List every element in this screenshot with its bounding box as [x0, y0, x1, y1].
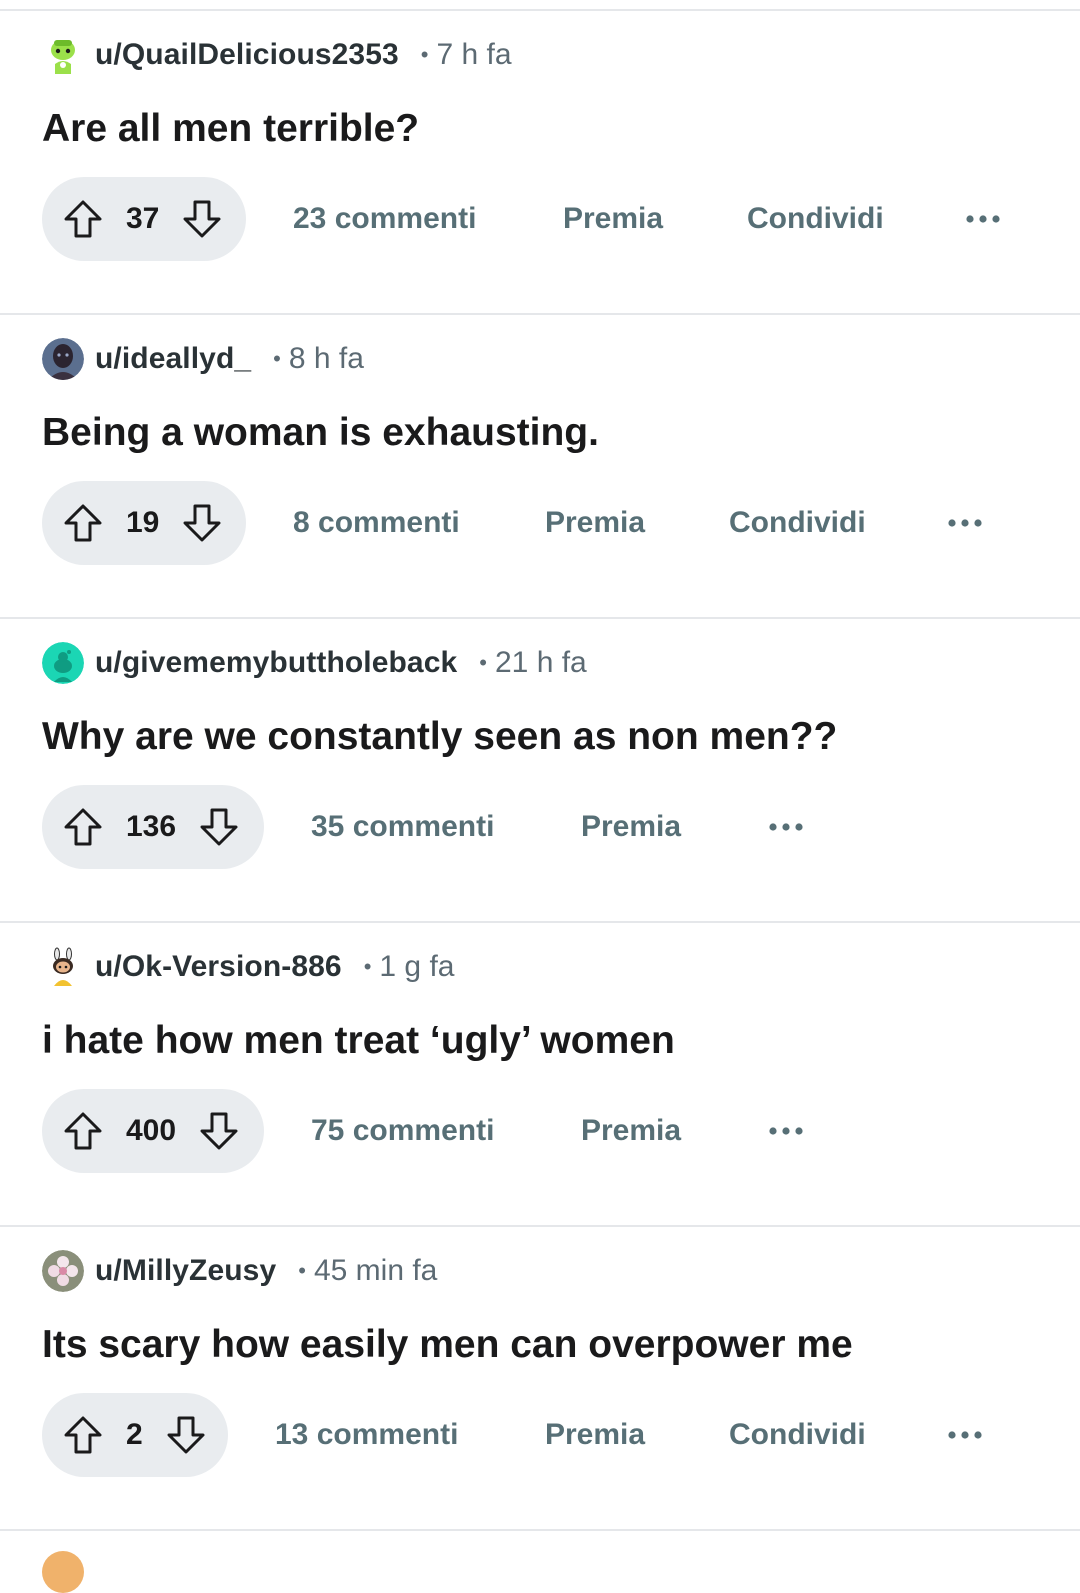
post-actions: 136 35 commenti Premia: [42, 785, 1042, 869]
arrow-down-icon[interactable]: [165, 1414, 207, 1456]
arrow-up-icon[interactable]: [62, 502, 104, 544]
more-dots-icon[interactable]: [766, 785, 806, 869]
post-meta: u/QuailDelicious2353 • 7 h fa: [42, 33, 512, 77]
post-actions: 37 23 commenti Premia Condividi: [42, 177, 1042, 261]
vote-pill: 400: [42, 1089, 264, 1173]
share-button[interactable]: Condividi: [747, 177, 884, 261]
vote-pill: 37: [42, 177, 246, 261]
arrow-down-icon[interactable]: [198, 806, 240, 848]
post-time: 7 h fa: [436, 38, 512, 71]
post-card[interactable]: u/Ok-Version-886 • 1 g fa i hate how men…: [0, 923, 1080, 1227]
award-button[interactable]: Premia: [563, 177, 663, 261]
comments-button[interactable]: 8 commenti: [293, 481, 460, 565]
meta-separator: •: [479, 650, 487, 675]
award-button[interactable]: Premia: [581, 785, 681, 869]
share-button[interactable]: Condividi: [729, 1393, 866, 1477]
award-button[interactable]: Premia: [581, 1089, 681, 1173]
snoo-teal-avatar-icon[interactable]: [42, 642, 84, 684]
post-time: 8 h fa: [288, 342, 364, 375]
award-button[interactable]: Premia: [545, 481, 645, 565]
post-title[interactable]: Being a woman is exhausting.: [42, 411, 599, 455]
comments-button[interactable]: 75 commenti: [311, 1089, 494, 1173]
post-meta: u/ideallyd_ • 8 h fa: [42, 337, 364, 381]
arrow-down-icon[interactable]: [181, 502, 223, 544]
post-meta: u/Ok-Version-886 • 1 g fa: [42, 945, 454, 989]
post-time: 1 g fa: [379, 950, 455, 983]
snoo-green-avatar-icon[interactable]: [42, 34, 84, 76]
post-title[interactable]: i hate how men treat ‘ugly’ women: [42, 1019, 675, 1063]
comments-button[interactable]: 23 commenti: [293, 177, 476, 261]
vote-count: 2: [126, 1418, 143, 1451]
vote-pill: 136: [42, 785, 264, 869]
flower-photo-avatar-icon[interactable]: [42, 1250, 84, 1292]
post-meta: u/MillyZeusy • 45 min fa: [42, 1249, 437, 1293]
meta-separator: •: [298, 1258, 306, 1283]
arrow-up-icon[interactable]: [62, 198, 104, 240]
post-actions: 400 75 commenti Premia: [42, 1089, 1042, 1173]
post-username[interactable]: u/givememybuttholeback: [95, 646, 457, 680]
post-card[interactable]: u/MillyZeusy • 45 min fa Its scary how e…: [0, 1227, 1080, 1531]
vote-count: 37: [126, 202, 160, 235]
post-card[interactable]: u/givememybuttholeback • 21 h fa Why are…: [0, 619, 1080, 923]
post-time: 45 min fa: [313, 1254, 438, 1287]
more-dots-icon[interactable]: [945, 1393, 985, 1477]
post-time: 21 h fa: [495, 646, 587, 679]
arrow-down-icon[interactable]: [181, 198, 223, 240]
post-username[interactable]: u/QuailDelicious2353: [95, 38, 399, 72]
comments-button[interactable]: 13 commenti: [275, 1393, 458, 1477]
next-post-avatar-icon: [42, 1551, 84, 1593]
post-divider: [0, 1529, 1080, 1531]
post-username[interactable]: u/ideallyd_: [95, 342, 251, 376]
snoo-bunny-avatar-icon[interactable]: [42, 946, 84, 988]
arrow-up-icon[interactable]: [62, 1110, 104, 1152]
vote-count: 136: [126, 810, 177, 843]
post-title[interactable]: Are all men terrible?: [42, 107, 419, 151]
share-button[interactable]: Condividi: [729, 481, 866, 565]
meta-separator: •: [363, 954, 372, 979]
post-title[interactable]: Its scary how easily men can overpower m…: [42, 1323, 853, 1367]
more-dots-icon[interactable]: [945, 481, 985, 565]
post-card[interactable]: u/QuailDelicious2353 • 7 h fa Are all me…: [0, 11, 1080, 315]
more-dots-icon[interactable]: [766, 1089, 806, 1173]
post-card[interactable]: u/ideallyd_ • 8 h fa Being a woman is ex…: [0, 315, 1080, 619]
comments-button[interactable]: 35 commenti: [311, 785, 494, 869]
vote-pill: 19: [42, 481, 246, 565]
more-dots-icon[interactable]: [963, 177, 1003, 261]
dark-portrait-avatar-icon[interactable]: [42, 338, 84, 380]
vote-pill: 2: [42, 1393, 228, 1477]
vote-count: 19: [126, 506, 160, 539]
post-actions: 2 13 commenti Premia Condividi: [42, 1393, 1042, 1477]
post-meta: u/givememybuttholeback • 21 h fa: [42, 641, 587, 685]
arrow-down-icon[interactable]: [198, 1110, 240, 1152]
post-username[interactable]: u/MillyZeusy: [95, 1254, 276, 1288]
arrow-up-icon[interactable]: [62, 1414, 104, 1456]
vote-count: 400: [126, 1114, 177, 1147]
post-title[interactable]: Why are we constantly seen as non men??: [42, 715, 837, 759]
meta-separator: •: [273, 346, 281, 371]
award-button[interactable]: Premia: [545, 1393, 645, 1477]
arrow-up-icon[interactable]: [62, 806, 104, 848]
post-username[interactable]: u/Ok-Version-886: [95, 950, 342, 984]
meta-separator: •: [420, 42, 429, 67]
post-actions: 19 8 commenti Premia Condividi: [42, 481, 1042, 565]
